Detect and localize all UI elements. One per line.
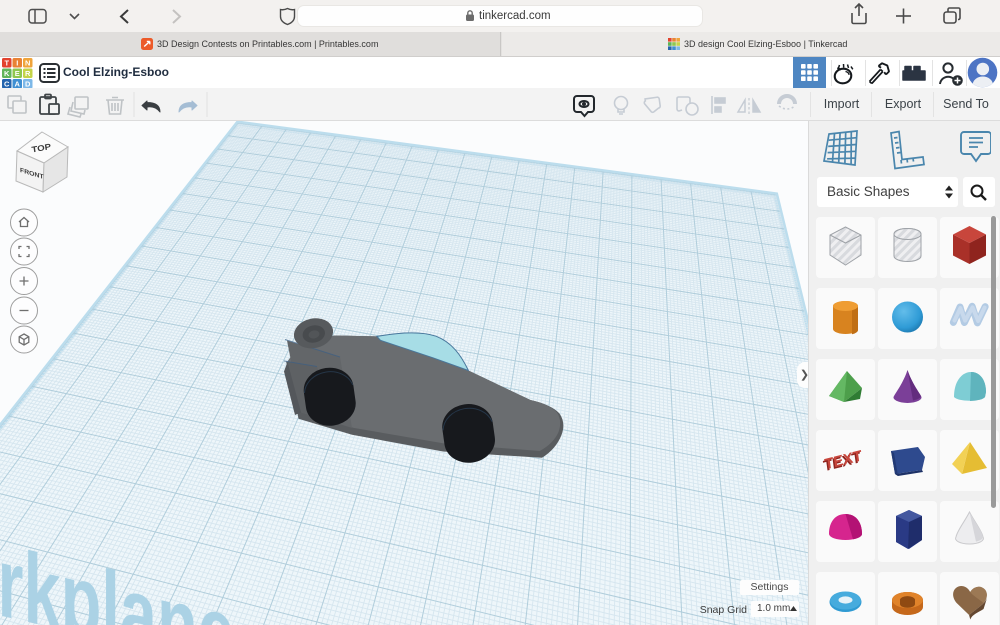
svg-text:T: T <box>4 58 9 67</box>
svg-text:R: R <box>25 69 31 78</box>
svg-text:N: N <box>25 58 30 67</box>
svg-text:E: E <box>15 69 20 78</box>
svg-text:I: I <box>16 58 18 67</box>
svg-text:K: K <box>4 69 10 78</box>
